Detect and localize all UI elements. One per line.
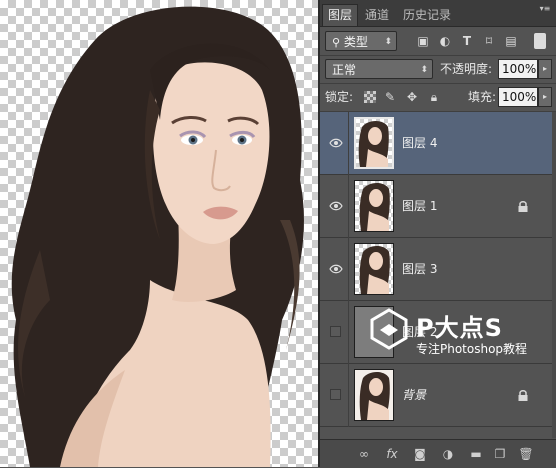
delete-icon[interactable]: 🗑︎: [518, 447, 534, 461]
tab-channels[interactable]: 通道: [360, 5, 394, 26]
layer-name[interactable]: 背景: [402, 364, 426, 427]
blend-mode-label: 正常: [332, 63, 357, 77]
opacity-dropdown-button[interactable]: ▸: [538, 59, 552, 79]
portrait-thumbnail: [359, 183, 390, 231]
filter-row: ⚲ 类型 ⬍ ▣ ◐ T ⌑ ▤: [320, 27, 556, 56]
visibility-separator: [348, 364, 349, 427]
eye-icon[interactable]: [329, 137, 343, 149]
layer-row-background[interactable]: 背景: [320, 364, 556, 427]
search-icon: ⚲: [332, 36, 341, 49]
lock-image-brush-icon[interactable]: ✎: [383, 90, 397, 104]
visibility-separator: [348, 112, 349, 175]
layer-name[interactable]: 图层 4: [402, 112, 437, 175]
layer-thumbnail[interactable]: [354, 180, 394, 232]
layer-thumbnail[interactable]: [354, 117, 394, 169]
layer-row-1[interactable]: 图层 1: [320, 175, 556, 238]
link-icon[interactable]: ∞: [356, 447, 372, 461]
mask-icon[interactable]: ◙: [412, 447, 428, 461]
layer-thumbnail[interactable]: [354, 243, 394, 295]
filter-toggle-icon[interactable]: [534, 33, 546, 49]
layers-panel: 图层 通道 历史记录 ▾≡ ⚲ 类型 ⬍ ▣ ◐ T ⌑ ▤ 正常 ⬍ 不透明度…: [320, 0, 556, 468]
new-layer-icon[interactable]: ❐: [492, 447, 508, 461]
watermark: P大点S 专注Photoshop教程: [368, 306, 538, 356]
shape-filter-icon[interactable]: ⌑: [482, 34, 496, 48]
adjustment-icon[interactable]: ◑: [440, 447, 456, 461]
blend-row: 正常 ⬍ 不透明度: 100% ▸: [320, 55, 556, 84]
lock-position-move-icon[interactable]: ✥: [405, 90, 419, 104]
visibility-toggle-off[interactable]: [330, 326, 341, 337]
lock-icon: [518, 201, 528, 212]
layer-row-3[interactable]: 图层 3: [320, 238, 556, 301]
panel-footer: ∞ fx ◙ ◑ ▬ ❐ 🗑︎: [320, 439, 556, 468]
opacity-label: 不透明度:: [440, 62, 493, 76]
fill-dropdown-button[interactable]: ▸: [538, 87, 552, 107]
chevron-updown-icon: ⬍: [384, 37, 392, 47]
portrait-thumbnail: [359, 372, 390, 420]
adjustment-filter-icon[interactable]: ◐: [438, 34, 452, 48]
tab-history[interactable]: 历史记录: [398, 5, 456, 26]
filter-type-select[interactable]: ⚲ 类型 ⬍: [325, 31, 397, 51]
image-filter-icon[interactable]: ▣: [416, 34, 430, 48]
layers-list: 图层 4 图层 1 图层 3 图层 2 背景: [320, 112, 556, 438]
panel-tab-bar: 图层 通道 历史记录 ▾≡: [320, 0, 556, 27]
chevron-updown-icon: ⬍: [420, 65, 428, 75]
eye-icon[interactable]: [329, 200, 343, 212]
lock-all-icon[interactable]: 🔒︎: [427, 90, 441, 104]
watermark-logo-icon: [370, 308, 408, 350]
document-canvas[interactable]: [0, 0, 318, 467]
lock-row: 锁定: ✎ ✥ 🔒︎ 填充: 100% ▸: [320, 83, 556, 112]
lock-label: 锁定:: [325, 90, 354, 104]
portrait-image: [11, 6, 304, 467]
layer-row-4[interactable]: 图层 4: [320, 112, 556, 175]
watermark-subtitle: 专注Photoshop教程: [416, 342, 528, 356]
layers-scrollbar[interactable]: [552, 112, 556, 438]
fill-label: 填充:: [468, 90, 497, 104]
portrait-thumbnail: [359, 246, 390, 294]
fx-icon[interactable]: fx: [384, 447, 400, 461]
type-filter-icon[interactable]: T: [460, 34, 474, 48]
visibility-separator: [348, 301, 349, 364]
panel-menu-icon[interactable]: ▾≡: [538, 4, 552, 14]
watermark-title: P大点S: [416, 314, 503, 342]
visibility-toggle-off[interactable]: [330, 389, 341, 400]
filter-type-label: 类型: [343, 35, 368, 49]
group-icon[interactable]: ▬: [468, 447, 484, 461]
smart-object-filter-icon[interactable]: ▤: [504, 34, 518, 48]
tab-layers[interactable]: 图层: [322, 4, 359, 26]
layer-name[interactable]: 图层 3: [402, 238, 437, 301]
portrait-thumbnail: [358, 121, 389, 167]
layer-thumbnail[interactable]: [354, 369, 394, 421]
eye-icon[interactable]: [329, 263, 343, 275]
fill-input[interactable]: 100%: [498, 87, 538, 107]
lock-icon: [518, 390, 528, 401]
layer-name[interactable]: 图层 1: [402, 175, 437, 238]
visibility-separator: [348, 238, 349, 301]
blend-mode-select[interactable]: 正常 ⬍: [325, 59, 433, 79]
opacity-input[interactable]: 100%: [498, 59, 538, 79]
visibility-separator: [348, 175, 349, 238]
lock-transparent-icon[interactable]: [364, 91, 376, 103]
